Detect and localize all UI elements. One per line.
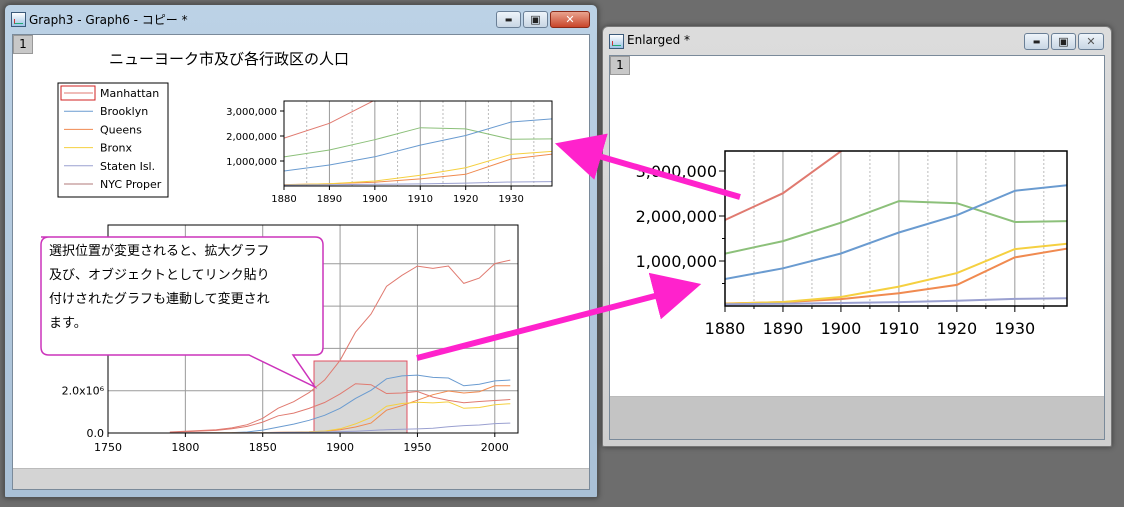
legend-label: Queens bbox=[100, 123, 142, 136]
x-tick-label: 1890 bbox=[317, 194, 342, 205]
y-tick-label: 1,000,000 bbox=[636, 252, 717, 271]
x-tick-label: 1900 bbox=[326, 441, 354, 454]
graph-page[interactable]: 1 ニューヨーク市及び各行政区の人口 Manhattan Brooklyn Quee… bbox=[12, 34, 590, 490]
graph-page[interactable]: 1 1880 1890 1900 1910 1920 1930 1,000,000 2,000… bbox=[609, 55, 1105, 440]
close-icon: ✕ bbox=[565, 13, 575, 26]
y-tick-label: 3,000,000 bbox=[636, 162, 717, 181]
y-tick-label: 2,000,000 bbox=[636, 207, 717, 226]
close-button[interactable]: ✕ bbox=[1078, 33, 1104, 50]
window-title: Enlarged * bbox=[627, 33, 691, 47]
x-tick-label: 1850 bbox=[249, 441, 277, 454]
close-icon: ✕ bbox=[1086, 35, 1096, 48]
maximize-icon: ▣ bbox=[530, 13, 541, 26]
x-tick-label: 1800 bbox=[171, 441, 199, 454]
y-tick-label: 3,000,000 bbox=[226, 107, 277, 118]
x-tick-label: 1910 bbox=[408, 194, 433, 205]
x-tick-label: 1930 bbox=[498, 194, 523, 205]
x-tick-label: 1920 bbox=[937, 319, 978, 338]
x-tick-label: 1930 bbox=[994, 319, 1035, 338]
maximize-icon: ▣ bbox=[1058, 35, 1069, 48]
enlarged-graph-canvas[interactable]: 1880 1890 1900 1910 1920 1930 1,000,000 2,000,0… bbox=[610, 56, 1104, 439]
x-tick-label: 1910 bbox=[879, 319, 920, 338]
x-tick-label: 1920 bbox=[453, 194, 478, 205]
callout-note[interactable]: 選択位置が変更されると、拡大グラフ 及び、オブジェクトとしてリンク貼り 付けされ… bbox=[40, 236, 324, 389]
legend-label: Manhattan bbox=[100, 87, 159, 100]
graph-canvas[interactable]: ニューヨーク市及び各行政区の人口 Manhattan Brooklyn Queens… bbox=[13, 35, 589, 475]
minimize-button[interactable]: ▬ bbox=[1024, 33, 1049, 50]
x-tick-label: 1880 bbox=[705, 319, 746, 338]
minimize-button[interactable]: ▬ bbox=[496, 11, 521, 28]
callout-line-2: 及び、オブジェクトとしてリンク貼り bbox=[49, 267, 270, 283]
x-tick-label: 1750 bbox=[94, 441, 122, 454]
y-tick-label: 2,000,000 bbox=[226, 132, 277, 143]
legend-label: NYC Proper bbox=[100, 178, 162, 191]
x-tick-label: 1900 bbox=[821, 319, 862, 338]
callout-line-3: 付けされたグラフも連動して変更され bbox=[49, 291, 270, 307]
enlarged-window[interactable]: Enlarged * ▬ ▣ ✕ 1 1880 1890 1900 1910 1920 1… bbox=[602, 26, 1112, 447]
graph-window-main[interactable]: Graph3 - Graph6 - コピー * ▬ ▣ ✕ 1 ニューヨーク市及… bbox=[4, 4, 598, 498]
y-tick-label: 2.0x10⁶ bbox=[62, 385, 105, 398]
x-tick-label: 1950 bbox=[403, 441, 431, 454]
callout-line-1: 選択位置が変更されると、拡大グラフ bbox=[49, 243, 269, 259]
x-tick-label: 2000 bbox=[481, 441, 509, 454]
close-button[interactable]: ✕ bbox=[550, 11, 590, 28]
y-tick-label: 1,000,000 bbox=[226, 157, 277, 168]
title-bar[interactable]: Enlarged * ▬ ▣ ✕ bbox=[603, 27, 1111, 55]
legend-label: Bronx bbox=[100, 142, 133, 155]
title-bar[interactable]: Graph3 - Graph6 - コピー * ▬ ▣ ✕ bbox=[5, 5, 597, 33]
minimize-icon: ▬ bbox=[1032, 37, 1041, 46]
window-title: Graph3 - Graph6 - コピー * bbox=[29, 13, 188, 27]
legend[interactable]: Manhattan Brooklyn Queens Bronx Staten Isl. N… bbox=[57, 82, 169, 198]
graph-window-icon bbox=[11, 12, 26, 27]
minimize-icon: ▬ bbox=[504, 15, 513, 24]
legend-label: Staten Isl. bbox=[100, 160, 155, 173]
graph-window-icon bbox=[609, 34, 624, 49]
x-tick-label: 1890 bbox=[763, 319, 804, 338]
horizontal-scrollbar[interactable] bbox=[610, 396, 1104, 439]
horizontal-scrollbar[interactable] bbox=[13, 468, 589, 489]
graph-title: ニューヨーク市及び各行政区の人口 bbox=[109, 50, 349, 68]
legend-label: Brooklyn bbox=[100, 105, 148, 118]
x-tick-label: 1880 bbox=[271, 194, 296, 205]
y-tick-label: 0.0 bbox=[87, 427, 105, 440]
maximize-button[interactable]: ▣ bbox=[523, 11, 548, 28]
maximize-button[interactable]: ▣ bbox=[1051, 33, 1076, 50]
x-tick-label: 1900 bbox=[362, 194, 387, 205]
callout-line-4: ます。 bbox=[49, 316, 87, 331]
